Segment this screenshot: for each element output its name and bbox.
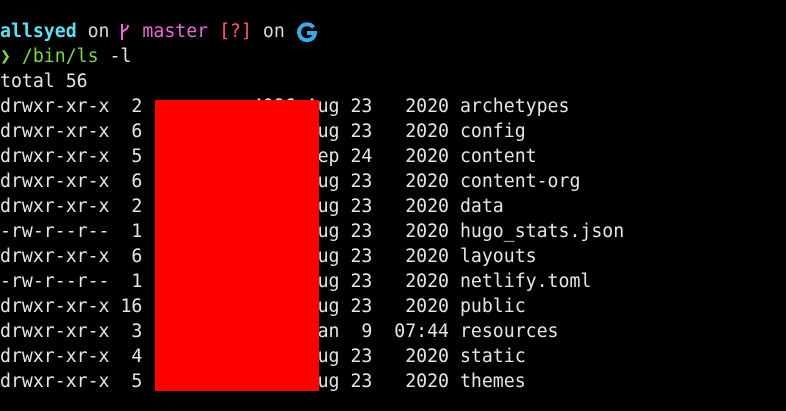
file-time: 2020 [394,371,449,392]
file-link-count: 5 [120,146,143,167]
file-link-count: 5 [120,371,143,392]
file-permissions: drwxr-xr-x [0,171,110,192]
prompt-user: allsyed [0,21,77,42]
file-time: 2020 [394,121,449,142]
file-link-count: 6 [120,246,143,267]
file-time: 2020 [394,221,449,242]
file-entry-row: drwxr-xr-x 4 4096 Aug 23 2020 static [0,344,786,369]
file-entry-row: -rw-r--r-- 1 8280 Aug 23 2020 hugo_stats… [0,219,786,244]
file-name: static [459,346,526,367]
file-name: archetypes [459,96,570,117]
file-name: resources [459,321,559,342]
prompt-git-status: [?] [219,21,252,42]
file-permissions: drwxr-xr-x [0,371,110,392]
prompt-on-label: on [87,21,110,42]
file-listing: drwxr-xr-x 2 4096 Aug 23 2020 archetypes… [0,94,786,394]
file-name: hugo_stats.json [459,221,625,242]
file-link-count: 3 [120,321,143,342]
file-link-count: 4 [120,346,143,367]
file-link-count: 16 [120,296,143,317]
file-permissions: drwxr-xr-x [0,121,110,142]
file-time: 2020 [394,246,449,267]
file-link-count: 2 [120,196,143,217]
file-time: 2020 [394,146,449,167]
command-args: -l [109,46,132,67]
file-permissions: drwxr-xr-x [0,146,110,167]
file-time: 2020 [394,196,449,217]
file-permissions: drwxr-xr-x [0,96,110,117]
file-permissions: drwxr-xr-x [0,321,110,342]
file-entry-row: drwxr-xr-x 6 4096 Aug 23 2020 layouts [0,244,786,269]
total-line: total 56 [0,71,88,92]
file-day: 23 [350,271,373,292]
file-entry-row: drwxr-xr-x 5 4096 Sep 24 2020 content [0,144,786,169]
file-entry-row: drwxr-xr-x 5 4096 Aug 23 2020 themes [0,369,786,394]
prompt-line: allsyed on master [?] on [0,19,786,44]
file-day: 23 [350,121,373,142]
command-program: /bin/ls [21,46,99,67]
file-day: 23 [350,296,373,317]
file-time: 2020 [394,96,449,117]
file-day: 23 [350,221,373,242]
file-permissions: -rw-r--r-- [0,271,110,292]
file-permissions: drwxr-xr-x [0,346,110,367]
file-entry-row: drwxr-xr-x 2 4096 Aug 23 2020 archetypes [0,94,786,119]
file-name: content-org [459,171,581,192]
file-link-count: 6 [120,171,143,192]
file-time: 07:44 [394,321,449,342]
file-day: 23 [350,171,373,192]
file-link-count: 2 [120,96,143,117]
file-time: 2020 [394,296,449,317]
terminal-output: allsyed on master [?] on ❯ /bin/ls -l to… [0,19,786,394]
file-time: 2020 [394,346,449,367]
file-day: 23 [350,246,373,267]
file-entry-row: drwxr-xr-x 6 4096 Aug 23 2020 config [0,119,786,144]
file-entry-row: drwxr-xr-x 3 4096 Jan 9 07:44 resources [0,319,786,344]
redaction-box [155,100,319,391]
file-time: 2020 [394,271,449,292]
file-link-count: 1 [120,271,143,292]
file-permissions: drwxr-xr-x [0,246,110,267]
file-name: data [459,196,504,217]
file-name: themes [459,371,526,392]
prompt-arrow-icon: ❯ [0,46,11,67]
file-link-count: 6 [120,121,143,142]
command-line: ❯ /bin/ls -l [0,44,786,69]
file-name: layouts [459,246,537,267]
file-name: content [459,146,537,167]
file-permissions: -rw-r--r-- [0,221,110,242]
file-entry-row: drwxr-xr-x 2 4096 Aug 23 2020 data [0,194,786,219]
file-day: 23 [350,371,373,392]
file-day: 24 [350,146,373,167]
prompt-branch: master [142,21,209,42]
file-day: 23 [350,96,373,117]
file-day: 23 [350,346,373,367]
file-name: config [459,121,526,142]
file-permissions: drwxr-xr-x [0,296,110,317]
file-day: 23 [350,196,373,217]
file-day: 9 [350,321,373,342]
file-entry-row: drwxr-xr-x 16 4096 Aug 23 2020 public [0,294,786,319]
file-permissions: drwxr-xr-x [0,196,110,217]
file-name: public [459,296,526,317]
file-link-count: 1 [120,221,143,242]
file-time: 2020 [394,171,449,192]
file-entry-row: drwxr-xr-x 6 4096 Aug 23 2020 content-or… [0,169,786,194]
file-name: netlify.toml [459,271,592,292]
file-entry-row: -rw-r--r-- 1 609 Aug 23 2020 netlify.tom… [0,269,786,294]
prompt-on-label-2: on [262,21,285,42]
